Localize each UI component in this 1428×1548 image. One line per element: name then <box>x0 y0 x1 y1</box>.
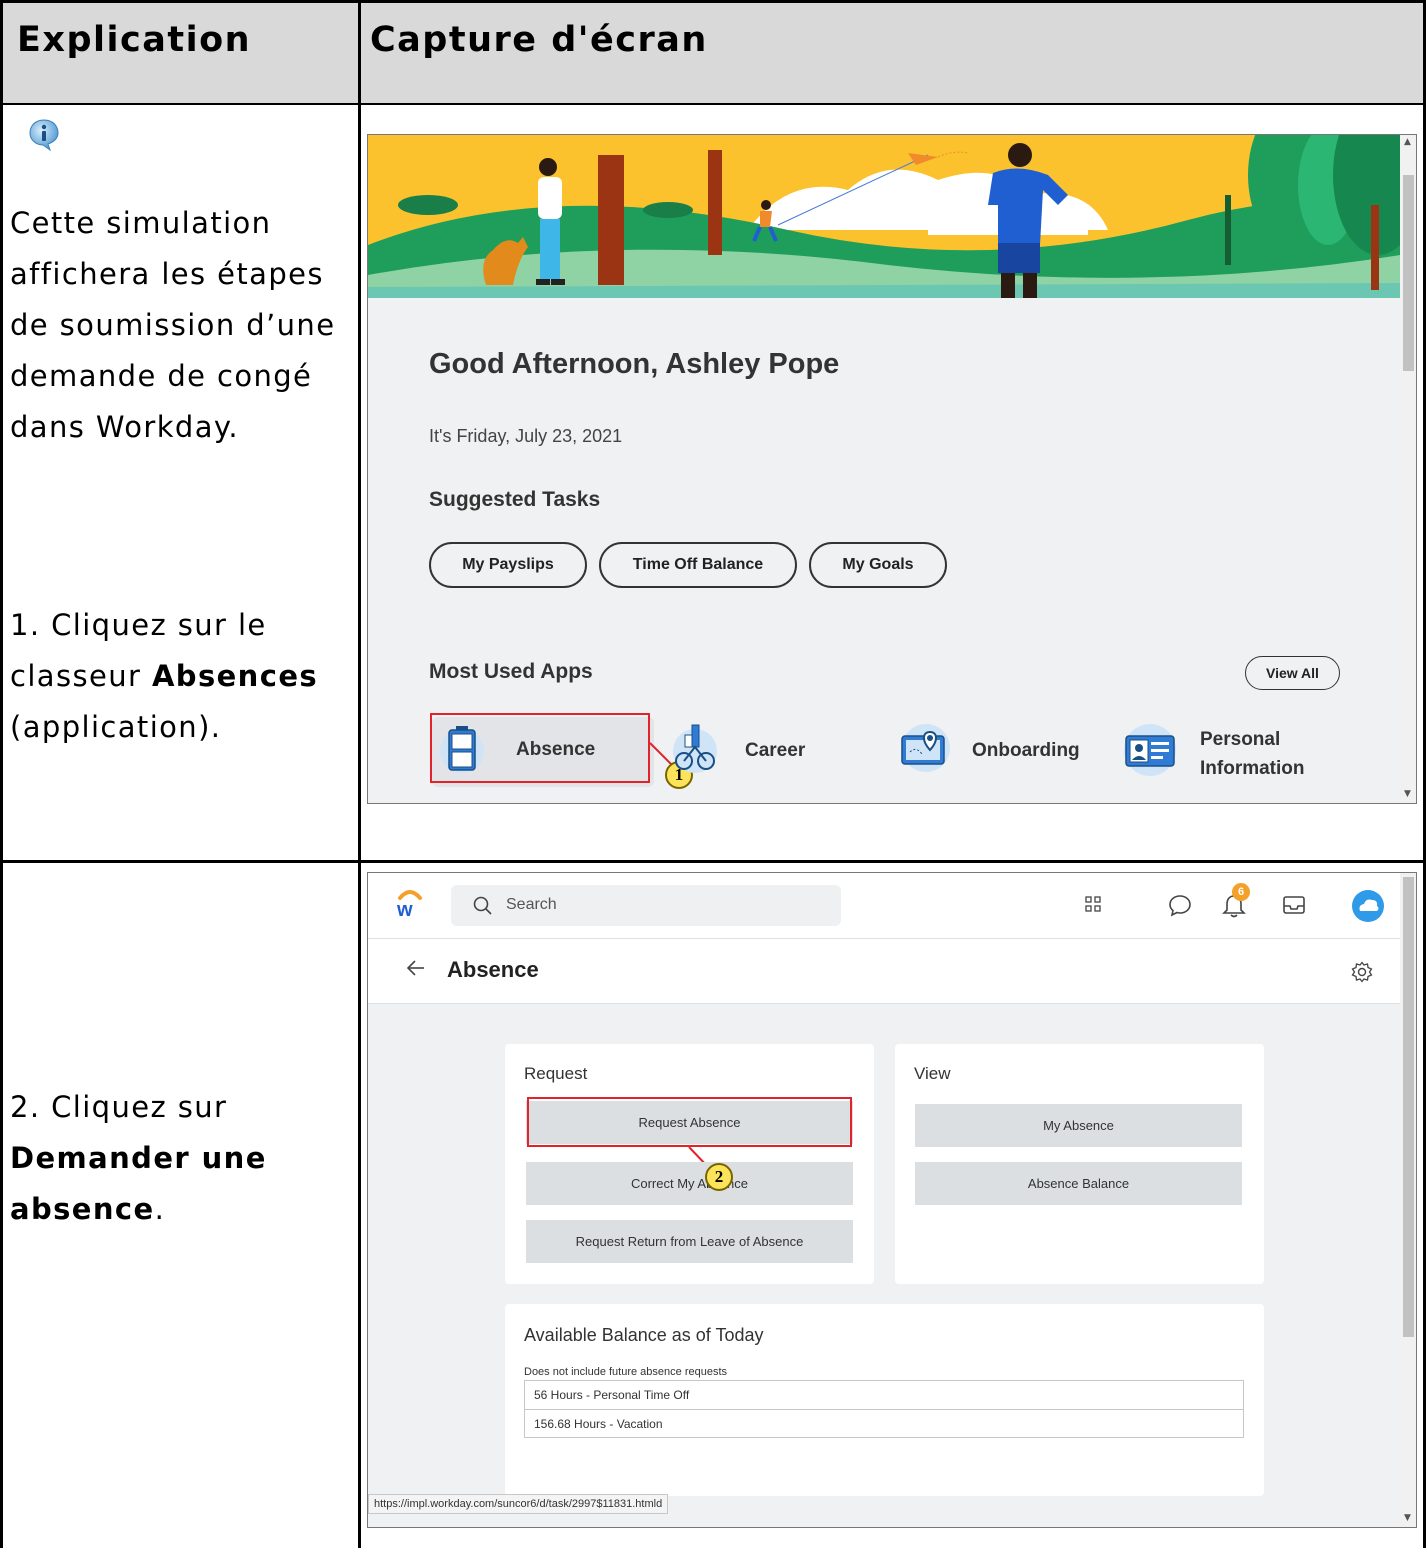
info-speech-bubble-icon <box>28 118 60 152</box>
workday-absence-screenshot: w Search 6 Absence Request Request Absen… <box>367 872 1417 1528</box>
home-scrollbar-thumb[interactable] <box>1403 175 1414 371</box>
chat-bubble-icon[interactable] <box>1168 893 1192 921</box>
suggested-tasks-title: Suggested Tasks <box>429 488 601 511</box>
table-border-top <box>0 0 1426 3</box>
step1-instruction: 1. Cliquez sur le classeur Absences (app… <box>10 600 355 753</box>
page-title: Absence <box>447 957 539 982</box>
date-text: It's Friday, July 23, 2021 <box>429 426 623 446</box>
career-ladder-icon <box>668 721 722 781</box>
view-all-button[interactable]: View All <box>1245 656 1340 690</box>
table-column-divider <box>358 0 361 1548</box>
user-avatar[interactable] <box>1352 890 1384 922</box>
callout-absence-highlight <box>430 713 650 783</box>
table-border-right <box>1423 0 1426 1548</box>
map-pin-icon <box>896 722 952 778</box>
search-placeholder: Search <box>506 896 557 913</box>
balance-note: Does not include future absence requests <box>524 1366 728 1378</box>
absence-balance-button[interactable]: Absence Balance <box>915 1162 1242 1205</box>
step2-instruction-bold: Demander une absence <box>10 1141 267 1226</box>
most-used-apps-title: Most Used Apps <box>429 660 593 683</box>
notification-count-badge: 6 <box>1232 883 1250 901</box>
inbox-tray-icon[interactable] <box>1282 894 1306 920</box>
step1-intro-text: Cette simulation affichera les étapes de… <box>10 206 336 444</box>
app-career-label[interactable]: Career <box>745 740 805 762</box>
request-return-from-leave-button[interactable]: Request Return from Leave of Absence <box>526 1220 853 1263</box>
correct-my-absence-button[interactable]: Correct My Absence <box>526 1162 853 1205</box>
view-card-title: View <box>914 1064 951 1083</box>
balance-row: 156.68 Hours - Vacation <box>534 1417 663 1431</box>
step1-instruction-suffix: (application). <box>10 710 222 744</box>
back-arrow-icon[interactable] <box>406 959 426 981</box>
search-input[interactable]: Search <box>451 885 841 926</box>
scroll-down-arrow-icon[interactable]: ▼ <box>1404 789 1411 799</box>
balance-card-title: Available Balance as of Today <box>524 1325 764 1345</box>
column-header-screenshot: Capture d'écran <box>370 20 708 60</box>
absence-scrollbar-thumb[interactable] <box>1403 877 1414 1337</box>
request-card-title: Request <box>524 1064 588 1083</box>
greeting-title: Good Afternoon, Ashley Pope <box>429 348 840 380</box>
task-time-off-balance-button[interactable]: Time Off Balance <box>599 542 797 588</box>
step2-instruction-prefix: 2. Cliquez sur <box>10 1090 228 1124</box>
status-url-bar: https://impl.workday.com/suncor6/d/task/… <box>368 1494 669 1514</box>
balance-row-divider <box>525 1409 1243 1410</box>
scroll-up-arrow-icon[interactable]: ▲ <box>1404 137 1411 147</box>
table-border-left <box>0 0 3 1548</box>
scroll-down-arrow-icon[interactable]: ▼ <box>1404 1513 1411 1523</box>
balance-table: 56 Hours - Personal Time Off 156.68 Hour… <box>524 1380 1244 1438</box>
column-header-explication: Explication <box>17 20 252 60</box>
banner-illustration <box>368 135 1400 298</box>
task-my-payslips-button[interactable]: My Payslips <box>429 542 587 588</box>
callout-request-absence-highlight <box>527 1097 852 1147</box>
step-marker-2: 2 <box>705 1163 733 1191</box>
step2-instruction-suffix: . <box>154 1192 166 1226</box>
balance-row: 56 Hours - Personal Time Off <box>534 1388 690 1402</box>
app-personal-information-label[interactable]: Personal Information <box>1200 725 1330 783</box>
task-my-goals-button[interactable]: My Goals <box>809 542 947 588</box>
step1-instruction-bold: Absences <box>151 659 319 693</box>
table-row-divider <box>0 860 1426 863</box>
my-absence-button[interactable]: My Absence <box>915 1104 1242 1147</box>
table-header-divider <box>0 103 1426 105</box>
id-card-icon <box>1120 722 1180 780</box>
search-icon <box>473 896 493 920</box>
step2-instruction: 2. Cliquez sur Demander une absence. <box>10 1082 355 1235</box>
settings-gear-icon[interactable] <box>1351 961 1373 987</box>
apps-grid-icon[interactable] <box>1085 896 1101 916</box>
app-onboarding-label[interactable]: Onboarding <box>972 740 1080 762</box>
workday-logo-icon[interactable]: w <box>395 886 425 922</box>
workday-home-screenshot: Good Afternoon, Ashley Pope It's Friday,… <box>367 134 1417 804</box>
svg-text:w: w <box>396 899 413 918</box>
